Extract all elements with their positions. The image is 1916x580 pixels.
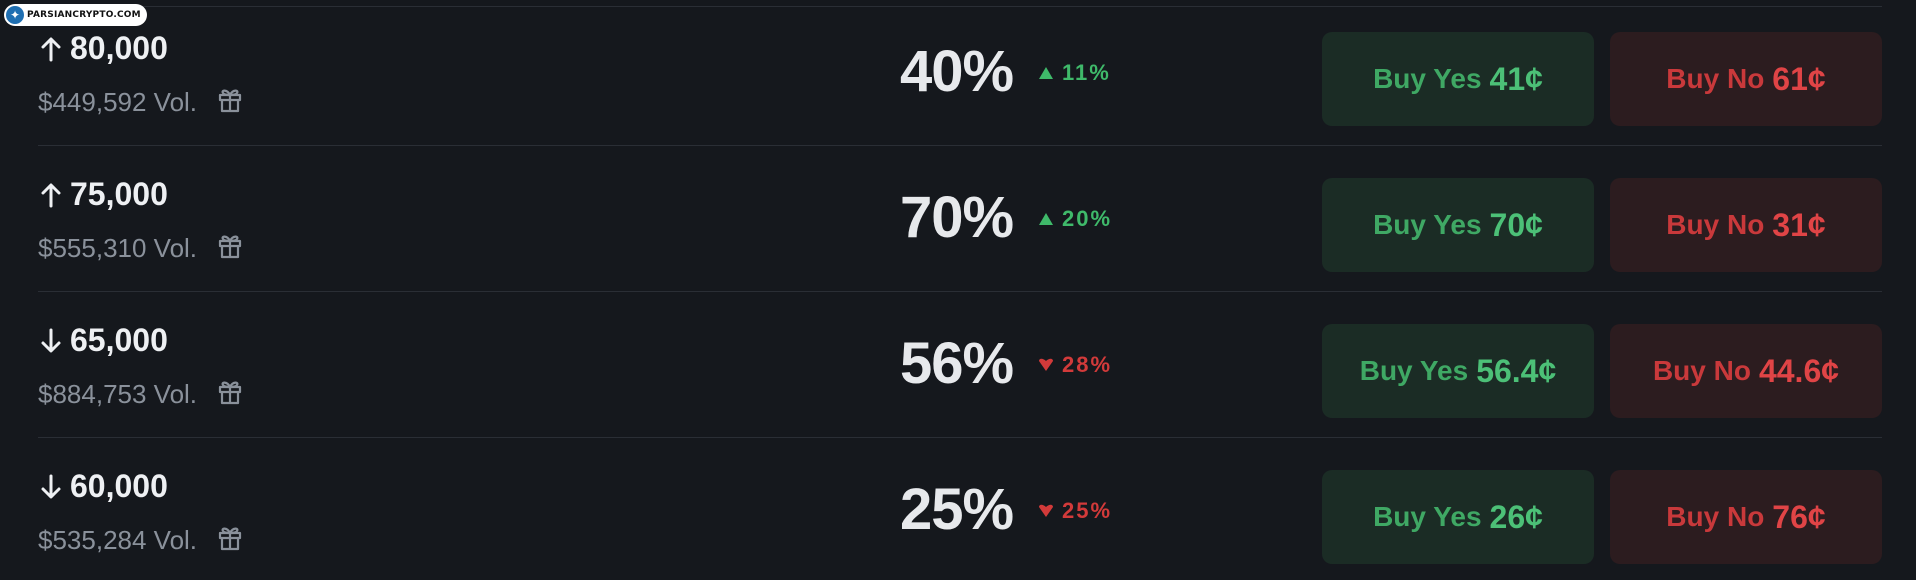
market-volume: $535,284 Vol. xyxy=(38,522,245,559)
buy-no-button[interactable]: Buy No 31¢ xyxy=(1610,178,1882,272)
market-row: 75,000 $555,310 Vol. 70% 20% Buy Yes 70¢ Buy N… xyxy=(0,146,1916,292)
market-title-text: 80,000 xyxy=(70,30,168,66)
market-title-text: 65,000 xyxy=(70,322,168,358)
probability: 40% xyxy=(900,39,1014,104)
market-title: 75,000 xyxy=(40,176,168,213)
market-title-text: 75,000 xyxy=(70,176,168,212)
buy-yes-price: 56.4¢ xyxy=(1476,352,1557,389)
probability-change: 25% xyxy=(1038,498,1112,524)
probability: 56% xyxy=(900,331,1014,396)
buy-no-label: Buy No xyxy=(1666,501,1765,532)
volume-text: $884,753 Vol. xyxy=(38,379,198,409)
change-text: 11% xyxy=(1062,60,1111,85)
market-title: 60,000 xyxy=(40,468,168,505)
gift-icon xyxy=(218,381,242,405)
buy-yes-button[interactable]: Buy Yes 56.4¢ xyxy=(1322,324,1594,418)
probability-change: 28% xyxy=(1038,352,1112,378)
gift-icon xyxy=(218,527,242,551)
buy-no-price: 31¢ xyxy=(1772,206,1826,243)
volume-text: $535,284 Vol. xyxy=(38,525,198,555)
market-list-page: ✦ PARSIANCRYPTO.COM 80,000 $449,592 Vol. 4… xyxy=(0,0,1916,580)
buy-no-price: 61¢ xyxy=(1772,60,1826,97)
change-text: 25% xyxy=(1062,498,1113,523)
buy-no-label: Buy No xyxy=(1666,63,1765,94)
arrow-down-icon xyxy=(41,328,61,352)
market-row: 80,000 $449,592 Vol. 40% 11% Buy Yes 41¢ Buy N… xyxy=(0,0,1916,146)
change-text: 28% xyxy=(1062,352,1113,377)
triangle-up-icon xyxy=(1039,67,1053,79)
probability-change: 11% xyxy=(1038,60,1111,86)
buy-no-price: 44.6¢ xyxy=(1758,352,1840,389)
buy-yes-price: 41¢ xyxy=(1489,60,1543,97)
volume-text: $555,310 Vol. xyxy=(38,233,198,263)
market-volume: $449,592 Vol. xyxy=(38,84,245,121)
arrow-down-icon xyxy=(41,474,61,498)
probability: 70% xyxy=(900,185,1014,250)
buy-yes-label: Buy Yes xyxy=(1373,501,1482,532)
buy-no-label: Buy No xyxy=(1666,209,1765,240)
gift-icon-button[interactable] xyxy=(215,376,245,413)
buy-yes-button[interactable]: Buy Yes 70¢ xyxy=(1322,178,1594,272)
change-text: 20% xyxy=(1062,206,1113,231)
buy-no-label: Buy No xyxy=(1652,355,1751,386)
watermark-logo: ✦ PARSIANCRYPTO.COM xyxy=(4,4,147,26)
volume-text: $449,592 Vol. xyxy=(38,87,198,117)
buy-yes-button[interactable]: Buy Yes 26¢ xyxy=(1322,470,1594,564)
market-title-text: 60,000 xyxy=(70,468,168,504)
gift-icon-button[interactable] xyxy=(215,230,245,267)
market-volume: $884,753 Vol. xyxy=(38,376,245,413)
watermark-text: PARSIANCRYPTO.COM xyxy=(27,10,141,20)
market-row: 65,000 $884,753 Vol. 56% 28% Buy Yes 56.4¢ Buy… xyxy=(0,292,1916,438)
buy-yes-button[interactable]: Buy Yes 41¢ xyxy=(1322,32,1594,126)
buy-yes-price: 70¢ xyxy=(1489,206,1543,243)
probability: 25% xyxy=(900,477,1014,542)
buy-no-button[interactable]: Buy No 44.6¢ xyxy=(1610,324,1882,418)
arrow-up-icon xyxy=(41,37,61,61)
arrow-up-icon xyxy=(41,183,61,207)
gift-icon-button[interactable] xyxy=(215,522,245,559)
gift-icon-button[interactable] xyxy=(215,84,245,121)
buy-no-button[interactable]: Buy No 61¢ xyxy=(1610,32,1882,126)
market-title: 80,000 xyxy=(40,30,168,67)
market-title: 65,000 xyxy=(40,322,168,359)
market-volume: $555,310 Vol. xyxy=(38,230,245,267)
buy-no-price: 76¢ xyxy=(1772,498,1826,535)
buy-yes-price: 26¢ xyxy=(1489,498,1543,535)
heart-down-icon xyxy=(1039,504,1053,517)
buy-yes-label: Buy Yes xyxy=(1373,209,1482,240)
heart-down-icon xyxy=(1039,358,1053,371)
market-row: 60,000 $535,284 Vol. 25% 25% Buy Yes 26¢ Buy N… xyxy=(0,438,1916,580)
probability-change: 20% xyxy=(1038,206,1112,232)
buy-no-button[interactable]: Buy No 76¢ xyxy=(1610,470,1882,564)
gift-icon xyxy=(218,89,242,113)
triangle-up-icon xyxy=(1039,213,1053,225)
globe-icon: ✦ xyxy=(6,6,24,24)
buy-yes-label: Buy Yes xyxy=(1359,355,1469,386)
gift-icon xyxy=(218,235,242,259)
buy-yes-label: Buy Yes xyxy=(1373,63,1482,94)
